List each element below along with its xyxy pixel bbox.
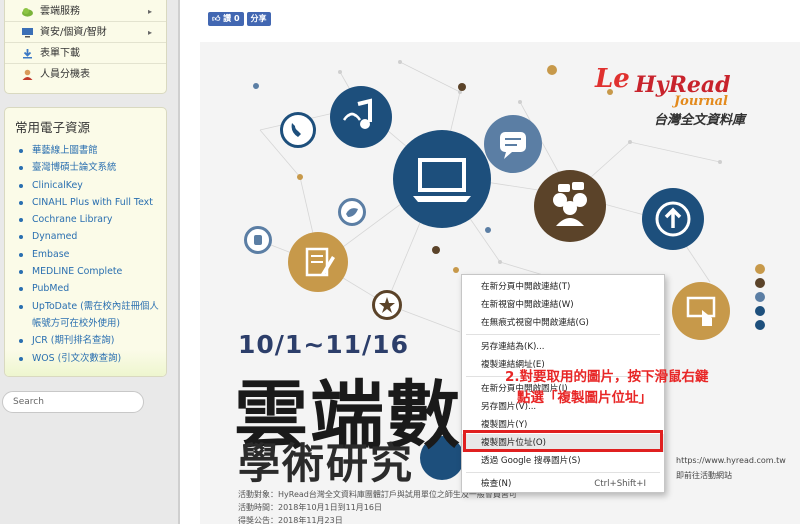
resource-link[interactable]: 臺灣博碩士論文系統 bbox=[19, 159, 164, 176]
resources-list: 華藝線上圖書館臺灣博碩士論文系統 ClinicalKey CINAHL Plus w… bbox=[19, 142, 164, 367]
bullet-icon bbox=[19, 183, 23, 188]
ctx-search-google-image[interactable]: 透過 Google 搜尋圖片(S) bbox=[462, 452, 664, 470]
resources-panel: 常用電子資源 華藝線上圖書館臺灣博碩士論文系統 ClinicalKey CINAHL… bbox=[4, 107, 167, 377]
resource-link-label: Embase bbox=[32, 248, 70, 260]
star-icon bbox=[372, 290, 402, 320]
resource-link[interactable]: JCR (期刊排名查詢) bbox=[19, 332, 164, 349]
ctx-open-link-incognito[interactable]: 在無痕式視窗中開啟連結(G) bbox=[462, 314, 664, 332]
menu-item-label: 表單下載 bbox=[40, 48, 80, 59]
thumbs-up-icon: 👍︎ bbox=[212, 14, 224, 23]
bullet-icon bbox=[19, 304, 23, 309]
notepad-pencil-icon bbox=[288, 232, 348, 292]
ctx-save-link-as[interactable]: 另存連結為(K)... bbox=[462, 338, 664, 356]
poster-url: https://www.hyread.com.tw bbox=[676, 456, 786, 465]
resource-link[interactable]: Embase bbox=[19, 246, 164, 263]
bullet-icon bbox=[19, 200, 23, 205]
phone-icon bbox=[280, 112, 316, 148]
ctx-inspect-shortcut: Ctrl+Shift+I bbox=[594, 479, 646, 489]
menu-item-forms-download[interactable]: 表單下載 bbox=[5, 43, 166, 64]
resource-link-label: 華藝線上圖書館 bbox=[32, 145, 98, 156]
bird-icon bbox=[338, 198, 366, 226]
facebook-buttons: 👍︎ 讚 0 分享 bbox=[208, 12, 271, 26]
hyread-logo-mark: Le bbox=[595, 64, 630, 94]
poster-info-line: 活動時間：2018年10月1日到11月16日 bbox=[238, 503, 382, 512]
bullet-icon bbox=[19, 218, 23, 223]
instruction-annotation: 2.對要取用的圖片，按下滑鼠右鍵 點選「複製圖片位址」 bbox=[505, 367, 709, 409]
facebook-like-button[interactable]: 👍︎ 讚 0 bbox=[208, 12, 244, 26]
bullet-icon bbox=[19, 287, 23, 292]
bullet-icon bbox=[19, 356, 23, 361]
monitor-icon bbox=[22, 28, 33, 38]
chat-bubble-icon bbox=[484, 115, 542, 173]
resource-link-label: 帳號方可在校外使用) bbox=[32, 317, 121, 329]
resource-link[interactable]: MEDLINE Complete bbox=[19, 263, 164, 280]
color-dots bbox=[755, 264, 765, 334]
bullet-icon bbox=[19, 270, 23, 275]
resource-link-label: WOS (引文次數查詢) bbox=[32, 352, 122, 364]
search-input[interactable]: Search bbox=[2, 391, 144, 413]
resource-link-label: Cochrane Library bbox=[32, 214, 113, 226]
resource-link[interactable]: Cochrane Library bbox=[19, 211, 164, 228]
resource-link-label: MEDLINE Complete bbox=[32, 266, 123, 278]
ctx-inspect-label: 檢查(N) bbox=[481, 479, 512, 489]
bullet-icon bbox=[19, 235, 23, 240]
ctx-separator bbox=[466, 334, 660, 335]
resource-link[interactable]: UpToDate (需在校內註冊個人 bbox=[19, 298, 164, 315]
left-sidebar: 雲端服務 ▸ 資安/個資/智財 ▸ 表單下載 人員分機表 常用電子資源 華藝線上… bbox=[0, 0, 178, 524]
upload-arrow-icon bbox=[642, 188, 704, 250]
chevron-right-icon: ▸ bbox=[147, 28, 152, 37]
hyread-logo-journal: Journal bbox=[674, 94, 728, 109]
ctx-separator bbox=[466, 472, 660, 473]
hyread-logo-subtitle: 台灣全文資料庫 bbox=[654, 113, 746, 128]
people-group-icon bbox=[534, 170, 606, 242]
touch-screen-icon bbox=[672, 282, 730, 340]
resource-link-label: Dynamed bbox=[32, 231, 78, 243]
resource-link-label: PubMed bbox=[32, 283, 70, 295]
resource-link[interactable]: WOS (引文次數查詢) bbox=[19, 350, 164, 367]
bullet-icon bbox=[19, 339, 23, 344]
menu-item-label: 雲端服務 bbox=[40, 6, 80, 17]
ctx-inspect[interactable]: 檢查(N) Ctrl+Shift+I bbox=[462, 475, 664, 493]
resource-link[interactable]: 帳號方可在校外使用) bbox=[19, 315, 164, 332]
resource-link-label: ClinicalKey bbox=[32, 179, 83, 191]
bullet-icon bbox=[19, 252, 23, 257]
poster-url-caption: 即前往活動網站 bbox=[676, 471, 732, 480]
resource-link[interactable]: PubMed bbox=[19, 280, 164, 297]
poster-subheadline: 學術研究 bbox=[238, 439, 415, 488]
hand-icon bbox=[244, 226, 272, 254]
person-icon bbox=[22, 69, 33, 80]
like-count: 讚 0 bbox=[223, 14, 240, 23]
laptop-icon bbox=[393, 130, 491, 228]
poster-date: 10/1~11/16 bbox=[238, 330, 409, 359]
menu-item-cloud-services[interactable]: 雲端服務 ▸ bbox=[5, 1, 166, 22]
cloud-icon bbox=[22, 8, 33, 17]
music-note-icon bbox=[330, 86, 392, 148]
menu-item-staff-extensions[interactable]: 人員分機表 bbox=[5, 64, 166, 85]
menu-item-label: 人員分機表 bbox=[40, 69, 90, 80]
resource-link[interactable]: CINAHL Plus with Full Text bbox=[19, 194, 164, 211]
resource-link-label: JCR (期刊排名查詢) bbox=[32, 335, 115, 347]
download-icon bbox=[23, 49, 32, 59]
facebook-share-button[interactable]: 分享 bbox=[246, 12, 271, 26]
highlight-box bbox=[463, 430, 663, 452]
resource-link[interactable]: Dynamed bbox=[19, 228, 164, 245]
ctx-open-link-new-tab[interactable]: 在新分頁中開啟連結(T) bbox=[462, 278, 664, 296]
resource-link[interactable]: 華藝線上圖書館 bbox=[19, 142, 164, 159]
annotation-line-2: 點選「複製圖片位址」 bbox=[517, 390, 652, 406]
annotation-line-1: 2.對要取用的圖片，按下滑鼠右鍵 bbox=[505, 369, 709, 385]
resource-link-label: CINAHL Plus with Full Text bbox=[32, 196, 153, 208]
resources-title: 常用電子資源 bbox=[15, 120, 91, 135]
menu-item-label: 資安/個資/智財 bbox=[40, 27, 107, 38]
menu-item-security[interactable]: 資安/個資/智財 ▸ bbox=[5, 22, 166, 43]
sidebar-menu: 雲端服務 ▸ 資安/個資/智財 ▸ 表單下載 人員分機表 bbox=[4, 0, 167, 94]
bullet-icon bbox=[19, 166, 23, 171]
resource-link[interactable]: ClinicalKey bbox=[19, 177, 164, 194]
chevron-right-icon: ▸ bbox=[147, 7, 152, 16]
bullet-icon bbox=[19, 149, 23, 153]
ctx-open-link-new-window[interactable]: 在新視窗中開啟連結(W) bbox=[462, 296, 664, 314]
resource-link-label: UpToDate (需在校內註冊個人 bbox=[32, 300, 159, 312]
resource-link-label: 臺灣博碩士論文系統 bbox=[32, 162, 117, 174]
poster-info-line: 得獎公告：2018年11月23日 bbox=[238, 516, 343, 524]
